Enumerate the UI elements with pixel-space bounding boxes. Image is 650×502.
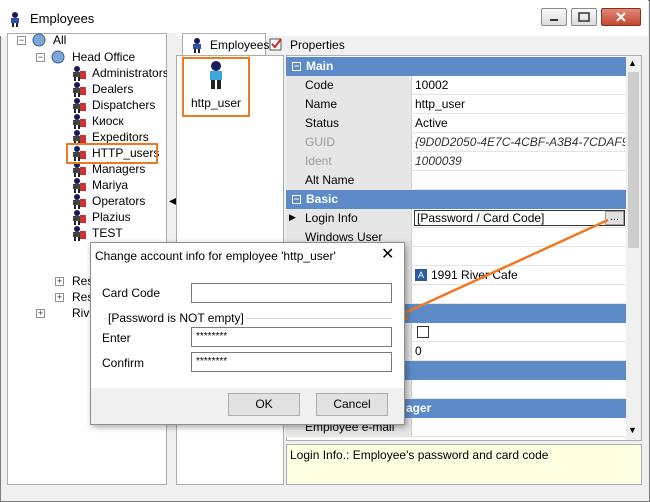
group-icon xyxy=(31,32,49,48)
tree-node-rive[interactable]: Rive xyxy=(52,305,96,321)
prop-row-code[interactable]: Code 10002 xyxy=(286,76,626,95)
prop-row-status[interactable]: Status Active xyxy=(286,114,626,133)
employee-group-icon xyxy=(70,81,88,97)
collapse-toggle[interactable]: − xyxy=(292,62,301,71)
tree-node-all[interactable]: All xyxy=(31,32,151,48)
tree-node-group[interactable]: Dispatchers xyxy=(70,97,165,113)
close-icon xyxy=(616,12,626,22)
properties-icon xyxy=(269,37,283,54)
employee-tile-label: http_user xyxy=(190,96,242,110)
tree-node-res-1[interactable]: Res xyxy=(52,273,93,289)
scrollbar-thumb[interactable] xyxy=(628,72,639,248)
employee-group-icon xyxy=(70,225,88,241)
tree-node-group[interactable]: TEST xyxy=(70,225,165,241)
minimize-button[interactable] xyxy=(541,8,567,26)
card-code-input[interactable] xyxy=(191,283,392,303)
checkbox[interactable] xyxy=(417,326,429,338)
tab-properties[interactable]: Properties xyxy=(268,35,348,55)
tree-node-group[interactable]: Administrators xyxy=(70,65,169,81)
row-pointer-icon: ▶ xyxy=(289,212,296,222)
scroll-up-icon[interactable]: ▲ xyxy=(628,58,637,68)
employee-icon xyxy=(191,37,203,56)
highlight-http-users xyxy=(66,143,158,164)
tree-node-group[interactable]: Киоск xyxy=(70,113,165,129)
prop-row-ident[interactable]: Ident 1000039 xyxy=(286,152,626,171)
tree-node-group[interactable]: Mariya xyxy=(70,177,165,193)
minimize-icon xyxy=(550,19,558,21)
prop-row-guid[interactable]: GUID {9D0D2050-4E7C-4CBF-A3B4-7CDAF935 xyxy=(286,133,626,152)
tree-node-res-2[interactable]: Res xyxy=(52,289,93,305)
dialog-title: Change account info for employee 'http_u… xyxy=(91,243,404,269)
tree-node-head-office[interactable]: Head Office xyxy=(50,49,160,65)
scroll-down-icon[interactable]: ▼ xyxy=(628,425,637,435)
section-basic[interactable]: − Basic xyxy=(286,190,626,209)
expand-toggle[interactable]: + xyxy=(36,309,45,318)
prop-row-alt-name[interactable]: Alt Name xyxy=(286,171,626,190)
cancel-button[interactable]: Cancel xyxy=(316,393,388,416)
collapse-toggle[interactable]: − xyxy=(292,195,301,204)
maximize-icon xyxy=(578,12,590,22)
employee-group-icon xyxy=(70,97,88,113)
prop-row-name[interactable]: Name http_user xyxy=(286,95,626,114)
card-code-label: Card Code xyxy=(102,286,161,300)
employee-group-icon xyxy=(70,193,88,209)
employee-group-icon xyxy=(70,209,88,225)
collapse-toggle[interactable]: − xyxy=(36,53,45,62)
maximize-button[interactable] xyxy=(571,8,597,26)
tab-employees[interactable]: Employees xyxy=(182,33,269,56)
close-button[interactable] xyxy=(601,8,641,26)
employee-icon xyxy=(206,60,226,90)
employee-group-icon xyxy=(70,65,88,81)
dialog-close-icon[interactable]: ✕ xyxy=(381,247,394,263)
tree-node-group[interactable]: Plazius xyxy=(70,209,165,225)
callout-arrow xyxy=(388,218,609,321)
employee-group-icon xyxy=(70,177,88,193)
group-icon xyxy=(50,49,68,65)
confirm-label: Confirm xyxy=(102,356,145,370)
enter-password-input[interactable]: ******** xyxy=(191,327,392,347)
ok-button[interactable]: OK xyxy=(228,393,300,416)
window-title: Employees xyxy=(30,11,95,26)
tree-node-group[interactable]: Operators xyxy=(70,193,165,209)
section-main[interactable]: − Main xyxy=(286,57,626,76)
employee-icon xyxy=(8,11,22,27)
confirm-password-input[interactable]: ******** xyxy=(191,352,392,372)
password-group-label: [Password is NOT empty] xyxy=(106,311,246,325)
enter-label: Enter xyxy=(102,331,131,345)
property-description: Login Info.: Employee's password and car… xyxy=(286,444,642,485)
collapse-toggle[interactable]: − xyxy=(17,36,26,45)
tree-node-group[interactable]: Dealers xyxy=(70,81,165,97)
employee-group-icon xyxy=(70,113,88,129)
